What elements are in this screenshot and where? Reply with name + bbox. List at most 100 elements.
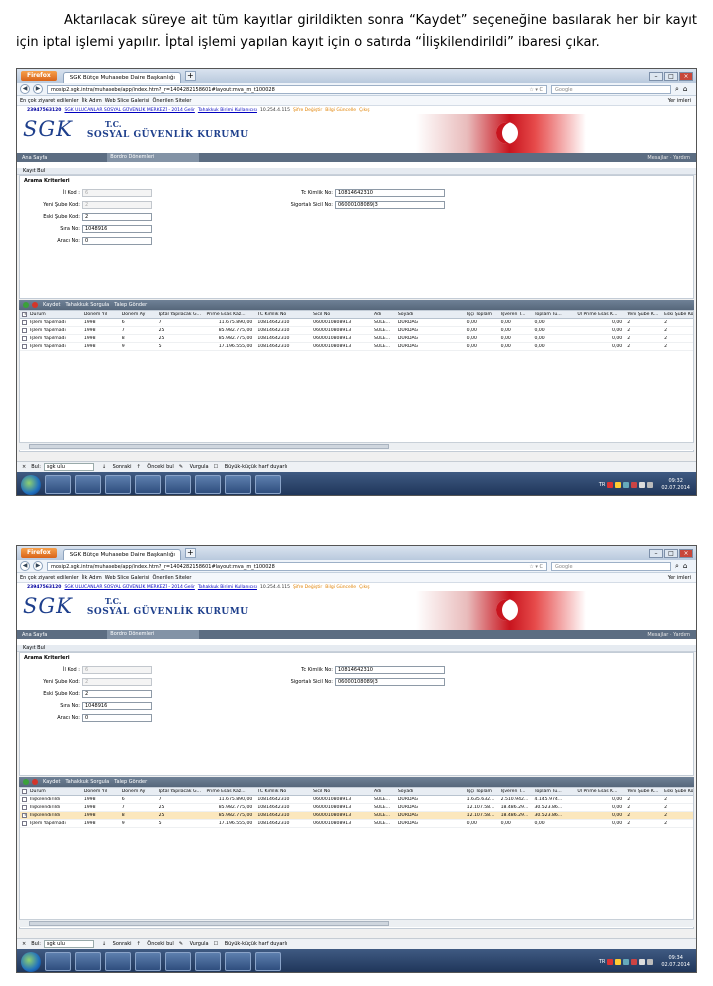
find-prev-button[interactable]: ↑ Önceki bul (136, 941, 173, 947)
close-icon[interactable]: × (679, 548, 693, 558)
column-header[interactable]: Dönem Ay (121, 312, 158, 317)
forward-icon[interactable]: ▶ (33, 84, 43, 94)
bookmarks-menu[interactable]: Yer imleri (668, 98, 691, 104)
sira-input[interactable]: 1048916 (82, 702, 152, 710)
flag-tray-icon[interactable] (639, 481, 646, 488)
save-button[interactable]: Kaydet (43, 779, 60, 785)
maximize-icon[interactable]: □ (664, 71, 678, 81)
row-checkbox[interactable] (22, 797, 27, 802)
tray-icon[interactable] (615, 958, 622, 965)
column-header[interactable]: Sicil No (312, 312, 373, 317)
clock[interactable]: 09:34 02.07.2014 (661, 955, 690, 969)
sigortali-input[interactable]: 06000108089|3 (335, 201, 445, 209)
url-input[interactable]: mosip2.sgk.intra/muhasebe/app/index.htm?… (47, 84, 547, 94)
find-close-icon[interactable]: × (22, 464, 26, 470)
bookmark-suggested[interactable]: Önerilen Siteler (152, 98, 191, 104)
volume-icon[interactable] (647, 958, 654, 965)
close-icon[interactable]: × (679, 71, 693, 81)
volume-icon[interactable] (647, 481, 654, 488)
bookmark-web-slice[interactable]: Web Slice Galerisi (105, 575, 150, 581)
tahakkuk-button[interactable]: Tahakkuk Sorgula (65, 779, 109, 785)
new-tab-icon[interactable]: + (184, 548, 196, 558)
highlight-button[interactable]: ✎ Vurgula (179, 941, 209, 947)
change-password-link[interactable]: Şifre Değiştir (293, 108, 322, 113)
language-indicator[interactable]: TR (599, 959, 606, 965)
menu-home[interactable]: Ana Sayfa (22, 155, 47, 161)
update-info-link[interactable]: Bilgi Güncelle (325, 108, 356, 113)
column-header[interactable]: Dönem Yıl (83, 312, 121, 317)
sira-input[interactable]: 1048916 (82, 225, 152, 233)
bookmark-web-slice[interactable]: Web Slice Galerisi (105, 98, 150, 104)
language-indicator[interactable]: TR (599, 482, 606, 488)
column-header[interactable]: İptal Yapılacak G... (158, 789, 206, 794)
column-header[interactable]: Adı (373, 312, 397, 317)
save-taskbar-icon[interactable] (225, 475, 251, 494)
home-icon[interactable]: ⌂ (683, 562, 687, 570)
find-next-button[interactable]: ↓ Sonraki (102, 941, 132, 947)
column-header[interactable]: İşveren T... (500, 312, 534, 317)
row-checkbox[interactable] (22, 336, 27, 341)
firefox-menu-button[interactable]: Firefox (21, 548, 57, 558)
scroll-thumb[interactable] (29, 444, 389, 449)
tc-input[interactable]: 10814642310 (335, 666, 445, 674)
search-icon[interactable]: ⌕ (675, 85, 679, 94)
find-input[interactable]: sgk ulu (43, 940, 94, 948)
table-row[interactable]: İlişkilendirildi 1998 7 25 85.982.775,00 1081… (20, 804, 693, 812)
table-row[interactable]: İşlem Yapılmadı 1998 8 25 85.982.775,00 10814… (20, 335, 693, 343)
forward-icon[interactable]: ▶ (33, 561, 43, 571)
table-row[interactable]: İşlem Yapılmadı 1998 6 7 11.675.890,00 108146… (20, 319, 693, 327)
tray-icon[interactable] (631, 958, 638, 965)
check-icon[interactable] (23, 302, 29, 308)
talep-button[interactable]: Talep Gönder (114, 302, 147, 308)
il-kod-input[interactable]: 6 (82, 189, 152, 197)
back-icon[interactable]: ◀ (20, 561, 30, 571)
yeni-sube-input[interactable]: 2 (82, 678, 152, 686)
column-header[interactable]: Eski Şube Kod (663, 312, 693, 317)
new-tab-icon[interactable]: + (184, 71, 196, 81)
column-header[interactable]: Prime Esas Kaz... (205, 789, 256, 794)
minimize-icon[interactable]: – (649, 71, 663, 81)
firefox-menu-button[interactable]: Firefox (21, 71, 57, 81)
firefox-taskbar-icon[interactable] (135, 952, 161, 971)
browser-tab[interactable]: SGK Bütçe Muhasebe Daire Başkanlığı (62, 549, 181, 560)
talep-button[interactable]: Talep Gönder (114, 779, 147, 785)
reload-icon[interactable]: ☆ ▾ C (529, 86, 546, 93)
help-link[interactable]: Yardım (673, 632, 690, 638)
explorer-taskbar-icon[interactable] (75, 475, 101, 494)
find-next-button[interactable]: ↓ Sonraki (102, 464, 132, 470)
tc-input[interactable]: 10814642310 (335, 189, 445, 197)
firefox-taskbar-icon[interactable] (135, 475, 161, 494)
save-button[interactable]: Kaydet (43, 302, 60, 308)
folder-taskbar-icon[interactable] (195, 475, 221, 494)
tray-icon[interactable] (607, 481, 614, 488)
araci-input[interactable]: 0 (82, 237, 152, 245)
column-header[interactable]: Prime Esas Kaz... (205, 312, 256, 317)
menu-home[interactable]: Ana Sayfa (22, 632, 47, 638)
column-header[interactable]: Adı (373, 789, 397, 794)
horizontal-scrollbar[interactable] (19, 442, 694, 450)
row-checkbox[interactable] (22, 328, 27, 333)
folder-taskbar-icon[interactable] (195, 952, 221, 971)
row-checkbox[interactable] (22, 805, 27, 810)
ie-taskbar-icon[interactable] (45, 952, 71, 971)
select-all-checkbox[interactable]: ✓ (22, 312, 27, 317)
bookmark-first-steps[interactable]: İlk Adım (82, 575, 102, 581)
tahakkuk-button[interactable]: Tahakkuk Sorgula (65, 302, 109, 308)
role-link[interactable]: Tahakkuk Birimi Kullanıcısı (198, 585, 257, 590)
bookmarks-menu[interactable]: Yer imleri (668, 575, 691, 581)
reload-icon[interactable]: ☆ ▾ C (529, 563, 546, 570)
select-all-checkbox[interactable] (22, 789, 27, 794)
change-password-link[interactable]: Şifre Değiştir (293, 585, 322, 590)
tray-icon[interactable] (623, 958, 630, 965)
column-header[interactable]: TC Kimlik No (256, 789, 312, 794)
column-header[interactable]: Dönem Ay (121, 789, 158, 794)
word-taskbar-icon[interactable] (255, 475, 281, 494)
check-icon[interactable] (23, 779, 29, 785)
search-icon[interactable]: ⌕ (675, 562, 679, 571)
logout-link[interactable]: Çıkış (359, 585, 370, 590)
find-prev-button[interactable]: ↑ Önceki bul (136, 464, 173, 470)
araci-input[interactable]: 0 (82, 714, 152, 722)
url-input[interactable]: mosip2.sgk.intra/muhasebe/app/index.htm?… (47, 561, 547, 571)
tray-icon[interactable] (623, 481, 630, 488)
column-header[interactable]: Toplam Tu... (534, 789, 577, 794)
